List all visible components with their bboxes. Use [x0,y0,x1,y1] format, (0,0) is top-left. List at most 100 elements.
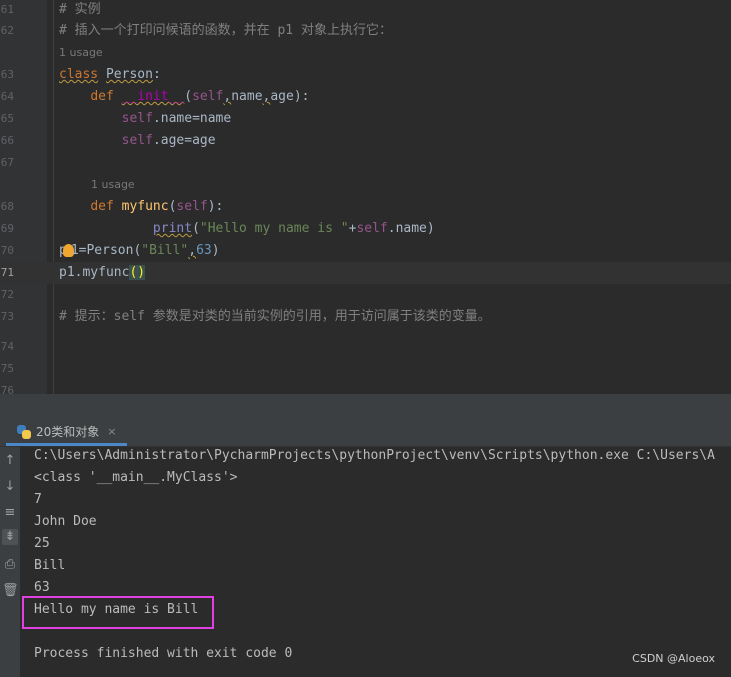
code-text: class Person: [59,64,161,86]
usage-hint[interactable]: 1 usage [91,174,135,196]
print-icon[interactable]: ⎙ [2,557,18,573]
paren: ( [184,89,193,104]
code-comment: # 提示：self 参数是对类的当前实例的引用，用于访问属于该类的变量。 [59,309,491,324]
paren: ): [207,199,224,214]
code-comment: # 插入一个打印问候语的函数，并在 p1 对象上执行它： [59,23,392,38]
number-literal: 63 [196,243,212,258]
trash-icon[interactable]: 🗑 [2,583,19,599]
value: name [199,111,232,126]
code-line[interactable]: 68 def myfunc(self): [0,196,731,218]
line-number: 61 [0,3,14,16]
line-number: 67 [0,156,14,169]
run-tab-label: 20类和对象 [36,425,100,439]
builtin-print: print [152,221,193,236]
line-number: 76 [0,384,14,394]
constructor-call: 1=Person( [70,243,142,258]
console-line: 25 [34,536,50,551]
code-line[interactable]: 70 p1=Person("Bill",63) [0,240,731,262]
keyword-class: class [59,67,99,82]
line-number: 68 [0,200,14,213]
code-line[interactable]: 69 print("Hello my name is "+self.name) [0,218,731,240]
self-ref: self [356,221,388,236]
run-tab[interactable]: 20类和对象 × [6,420,127,446]
code-text: p1.myfunc() [59,262,146,284]
code-text: def __init__(self,name,age): [59,86,310,108]
paren: ( [192,221,200,236]
code-text: print("Hello my name is "+self.name) [59,218,435,240]
console-line: Bill [34,558,66,573]
class-name: Person [105,67,153,82]
code-text: self.age=age [59,130,216,152]
code-line[interactable]: 73 # 提示：self 参数是对类的当前实例的引用，用于访问属于该类的变量。 [0,306,731,328]
code-comment: # 实例 [59,2,101,17]
process-finished-line: Process finished with exit code 0 [34,646,293,661]
code-line[interactable]: 66 self.age=age [0,130,731,152]
python-icon [16,424,32,440]
console-line: John Doe [34,514,97,529]
arrow-down-icon[interactable]: ↓ [2,479,18,495]
run-toolbar: ↑ ↓ ≡ ⇟ ⎙ 🗑 [0,447,20,677]
param-age: age [270,89,294,104]
paren: ): [293,89,310,104]
code-line[interactable]: 67 [0,152,731,174]
console-line: C:\Users\Administrator\PycharmProjects\p… [34,448,715,463]
watermark: CSDN @Aloeox [632,652,715,665]
run-tool-window-header: 20类和对象 × [0,420,731,447]
code-line-current[interactable]: 71 p1.myfunc() [0,262,731,284]
code-line[interactable]: 74 [0,328,731,353]
comma: , [188,243,197,258]
param-self: self [176,199,208,214]
code-line[interactable]: 72 [0,284,731,306]
line-number: 72 [0,288,14,301]
line-number: 69 [0,222,14,235]
code-line[interactable]: 63 class Person: [0,64,731,86]
line-number: 65 [0,112,14,125]
code-line[interactable]: 65 self.name=name [0,108,731,130]
line-number: 63 [0,68,14,81]
soft-wrap-icon[interactable]: ≡ [2,505,18,521]
paren: ) [426,221,435,236]
close-icon[interactable]: × [107,425,116,438]
self-ref: self [121,133,153,148]
panel-divider[interactable] [0,394,731,420]
scroll-to-end-icon[interactable]: ⇟ [2,529,18,545]
keyword-def: def [90,89,114,104]
code-line[interactable]: 64 def __init__(self,name,age): [0,86,731,108]
console-line: <class '__main__.MyClass'> [34,470,238,485]
attribute: .name [152,111,193,126]
matched-parens: () [129,265,146,280]
line-number: 70 [0,244,14,257]
console-line: 63 [34,580,50,595]
console-line: 7 [34,492,42,507]
code-text: p1=Person("Bill",63) [59,240,220,262]
method-call: p1.myfunc [59,265,130,280]
paren: ) [211,243,220,258]
code-line[interactable]: 62 # 插入一个打印问候语的函数，并在 p1 对象上执行它： [0,20,731,42]
value: age [192,133,216,148]
string-literal: "Bill" [141,243,189,258]
attribute: .name [387,221,427,236]
self-ref: self [121,111,153,126]
line-number: 66 [0,134,14,147]
attribute: .age [152,133,185,148]
function-name: __init__ [121,89,185,104]
line-number: 73 [0,310,14,323]
operator: = [184,133,193,148]
usage-hint[interactable]: 1 usage [59,42,103,64]
line-number: 71 [0,266,14,279]
line-number: 64 [0,90,14,103]
code-line[interactable]: 75 [0,350,731,375]
colon: : [152,67,161,82]
code-line[interactable]: 76 [0,372,731,394]
keyword-def: def [90,199,114,214]
code-editor[interactable]: 61 # 实例 62 # 插入一个打印问候语的函数，并在 p1 对象上执行它： … [0,0,731,394]
arrow-up-icon[interactable]: ↑ [2,453,18,469]
code-text: def myfunc(self): [59,196,223,218]
console-line-highlighted: Hello my name is Bill [34,602,199,617]
param-self: self [192,89,224,104]
code-line[interactable]: 61 # 实例 [0,0,731,21]
function-name: myfunc [121,199,169,214]
string-literal: "Hello my name is " [199,221,349,236]
code-text: self.name=name [59,108,232,130]
console-output[interactable]: C:\Users\Administrator\PycharmProjects\p… [20,447,731,677]
